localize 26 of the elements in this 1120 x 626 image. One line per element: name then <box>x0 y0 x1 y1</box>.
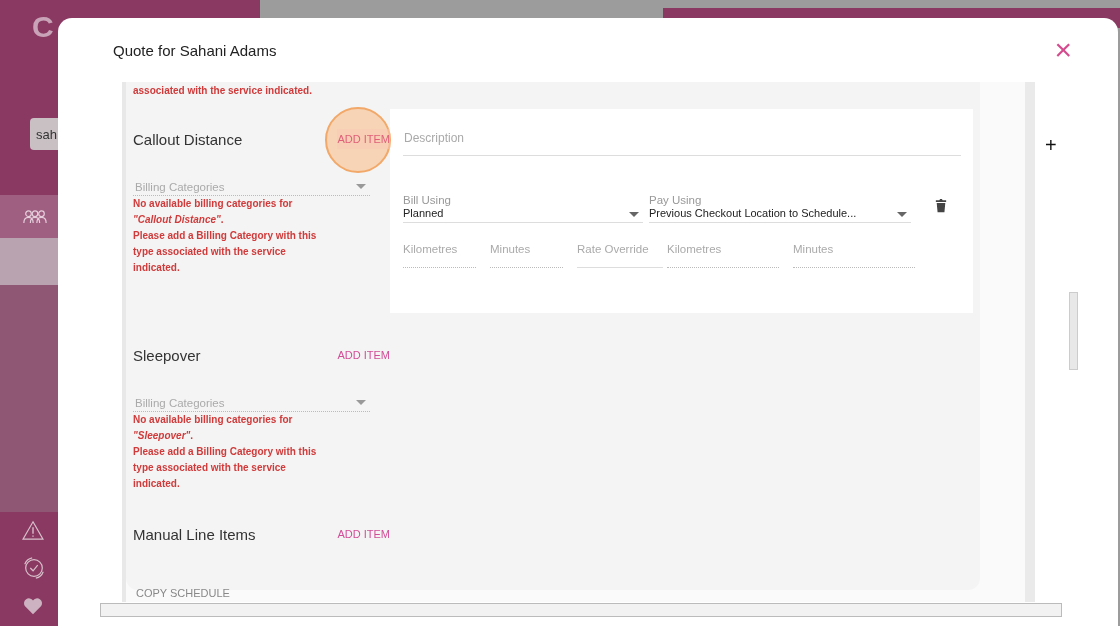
logo-text: C <box>32 10 54 44</box>
scrollbar-thumb[interactable] <box>1069 292 1078 370</box>
clock-icon[interactable] <box>22 556 46 580</box>
warning-icon[interactable] <box>22 520 44 540</box>
add-button[interactable]: + <box>1045 134 1057 156</box>
select-field[interactable]: Pay Using Previous Checkout Location to Schedule... <box>649 194 911 223</box>
heart-icon[interactable] <box>22 596 44 616</box>
add-item-button[interactable]: ADD ITEM <box>337 524 390 544</box>
error-message: Please add a Billing Category with this type associated with the service indicated. <box>133 229 318 275</box>
close-button[interactable]: × <box>1048 35 1078 65</box>
trash-icon[interactable] <box>935 198 947 213</box>
section-title: Callout Distance <box>133 130 243 148</box>
people-icon[interactable] <box>22 209 48 224</box>
section-title: Sleepover <box>133 346 201 364</box>
horizontal-scrollbar[interactable] <box>100 603 1062 617</box>
add-item-button[interactable]: ADD ITEM <box>337 345 390 365</box>
error-message: No available billing categories for "Callout Distance". <box>133 197 294 227</box>
copy-schedule-button[interactable]: COPY SCHEDULE <box>133 583 233 603</box>
error-message: associated with the service indicated. <box>133 85 313 97</box>
error-message: No available billing categories for "Sleepover". <box>133 413 294 443</box>
add-item-button[interactable]: ADD ITEM <box>337 129 390 149</box>
dialog-title: Quote for Sahani Adams <box>113 41 277 59</box>
error-message: Please add a Billing Category with this type associated with the service indicated. <box>133 445 318 491</box>
search-field[interactable]: sah <box>30 118 58 150</box>
section-title: Manual Line Items <box>133 525 256 543</box>
select-field[interactable]: Bill Using Planned <box>403 194 643 223</box>
